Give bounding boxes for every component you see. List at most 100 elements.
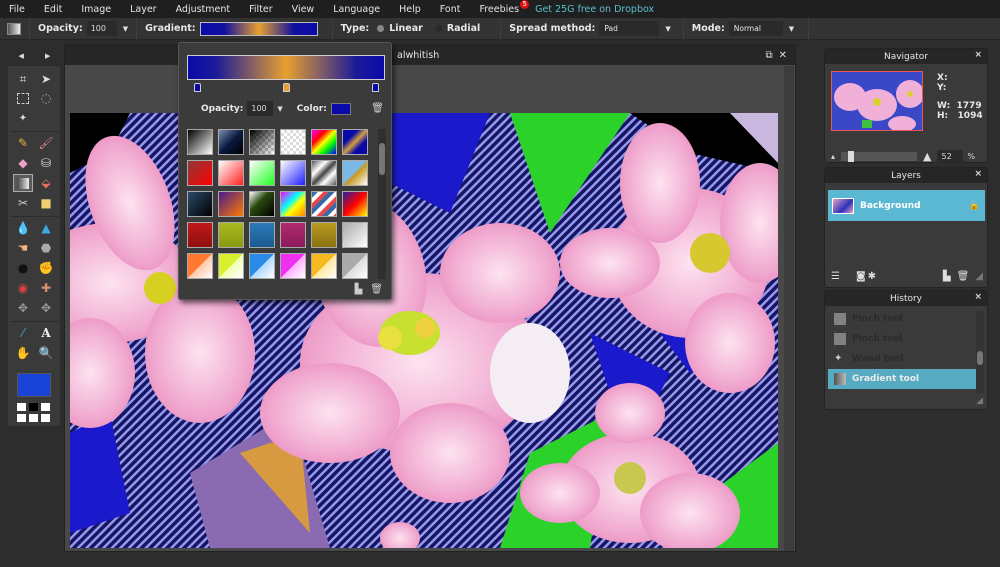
black-swatch[interactable] [29,403,38,411]
restore-window-icon[interactable]: ⧉ [765,50,772,61]
marquee-tool-icon[interactable] [13,89,33,107]
swatch[interactable] [29,414,38,422]
gradient-preset-swatch[interactable] [311,253,337,279]
hand-tool-icon[interactable]: ✋ [13,344,33,362]
gradient-preset-swatch[interactable] [249,253,275,279]
type-tool-icon[interactable]: A [36,324,56,342]
menu-filter[interactable]: Filter [240,4,283,15]
close-document-icon[interactable]: ✕ [779,50,787,61]
gradient-preset-swatch[interactable] [311,222,337,248]
navigator-thumbnail[interactable] [831,71,923,131]
menu-image[interactable]: Image [72,4,121,15]
toolbox-left-arrow-icon[interactable]: ◀ [19,52,24,64]
scrollbar-thumb[interactable] [379,143,385,175]
gradient-preset-swatch[interactable] [280,191,306,217]
image-canvas[interactable] [70,113,778,548]
color-picker-tool-icon[interactable]: ⁄ [13,324,33,342]
gradient-preset-swatch[interactable] [342,222,368,248]
menu-help[interactable]: Help [390,4,431,15]
gradient-preset-swatch[interactable] [249,222,275,248]
close-navigator-icon[interactable]: × [974,50,982,60]
zoom-out-icon[interactable]: ▴ [831,152,835,161]
presets-scrollbar[interactable] [378,129,386,279]
burn-tool-icon[interactable]: ✊ [36,259,56,277]
red-eye-tool-icon[interactable]: ◉ [13,279,33,297]
gradient-preset-swatch[interactable] [187,129,213,155]
lasso-tool-icon[interactable]: ◌ [36,89,56,107]
crop-tool-icon[interactable]: ⌗ [13,70,33,88]
zoom-slider[interactable] [841,150,918,162]
gradient-preset-swatch[interactable] [187,222,213,248]
type-linear-radio[interactable]: Linear [377,23,423,34]
document-scrollbar[interactable] [784,66,794,551]
gradient-preset-swatch[interactable] [342,191,368,217]
toolbox-right-arrow-icon[interactable]: ▶ [45,52,50,64]
history-scrollbar[interactable] [976,311,984,393]
default-colors-swatch[interactable] [17,403,26,411]
gradient-stop-handle[interactable] [283,83,290,92]
dodge-tool-icon[interactable]: ● [13,259,33,277]
opacity-dropdown-arrow-icon[interactable]: ▼ [123,25,128,33]
bloat-tool-icon[interactable]: ✥ [13,299,33,317]
delete-preset-icon[interactable]: 🗑 [370,284,383,295]
gradient-preset-swatch[interactable] [218,160,244,186]
history-item[interactable]: Pinch tool [828,309,976,329]
gradient-preset-swatch[interactable] [218,222,244,248]
eraser-tool-icon[interactable]: ◆ [13,154,33,172]
zoom-slider-handle[interactable] [848,150,855,162]
swap-colors-swatch[interactable] [17,414,26,422]
gradient-preset-swatch[interactable] [249,129,275,155]
foreground-color-swatch[interactable] [17,373,51,397]
gradient-preset-swatch[interactable] [311,129,337,155]
move-tool-icon[interactable]: ➤ [36,70,56,88]
new-preset-icon[interactable]: ▙ [355,284,363,295]
gradient-preset-swatch[interactable] [249,191,275,217]
smudge-tool-icon[interactable]: ☚ [13,239,33,257]
sharpen-tool-icon[interactable]: ▲ [36,219,56,237]
layer-settings-icon[interactable]: ☰ [831,271,840,282]
menu-layer[interactable]: Layer [121,4,167,15]
clone-stamp-tool-icon[interactable]: ⬙ [36,174,56,192]
lock-icon[interactable]: 🔒 [969,201,980,211]
drawing-tool-icon[interactable]: ■ [36,194,56,212]
gradient-preset-swatch[interactable] [187,253,213,279]
layer-item-background[interactable]: Background 🔒 [828,190,985,221]
gradient-tool-icon[interactable] [13,174,33,192]
opacity-input[interactable]: 100 [86,21,117,36]
menu-font[interactable]: Font [431,4,471,15]
magic-wand-tool-icon[interactable]: ✦ [13,109,33,127]
gradient-stop-handle[interactable] [193,83,201,92]
gradient-preset-swatch[interactable] [187,191,213,217]
history-item-active[interactable]: Gradient tool [828,369,976,389]
menu-view[interactable]: View [283,4,325,15]
new-layer-icon[interactable]: ▙ [943,271,951,282]
color-replace-tool-icon[interactable]: ✂ [13,194,33,212]
gradient-preset-swatch[interactable] [342,129,368,155]
gradient-preset-swatch[interactable] [342,253,368,279]
gradient-preset-swatch[interactable] [280,160,306,186]
layers-header[interactable]: Layers × [825,168,987,183]
history-header[interactable]: History × [825,291,987,306]
menu-language[interactable]: Language [324,4,390,15]
gradient-preset-swatch[interactable] [249,160,275,186]
blur-tool-icon[interactable]: 💧 [13,219,33,237]
sponge-tool-icon[interactable]: ⬣ [36,239,56,257]
gradient-preset-swatch[interactable] [218,191,244,217]
spread-dropdown-arrow-icon[interactable]: ▼ [665,25,670,33]
dropbox-promo-link[interactable]: Get 25G free on Dropbox [531,4,654,15]
gradient-preset-swatch[interactable] [342,160,368,186]
type-radial-radio[interactable]: Radial [434,23,480,34]
zoom-in-icon[interactable]: ▲ [923,150,931,163]
delete-stop-icon[interactable]: 🗑 [371,103,384,114]
layer-mask-icon[interactable]: ◙ [856,271,866,282]
zoom-tool-icon[interactable]: 🔍 [36,344,56,362]
gradient-preset-swatch[interactable] [311,191,337,217]
close-history-icon[interactable]: × [974,292,982,302]
resize-handle-icon[interactable]: ◢ [976,396,983,406]
paint-bucket-tool-icon[interactable]: ⛁ [36,154,56,172]
gradient-preset-swatch[interactable] [218,253,244,279]
mode-dropdown-arrow-icon[interactable]: ▼ [789,25,794,33]
spot-heal-tool-icon[interactable]: ✚ [36,279,56,297]
gradient-bar[interactable] [187,55,385,80]
mode-select[interactable]: Normal [728,21,783,36]
